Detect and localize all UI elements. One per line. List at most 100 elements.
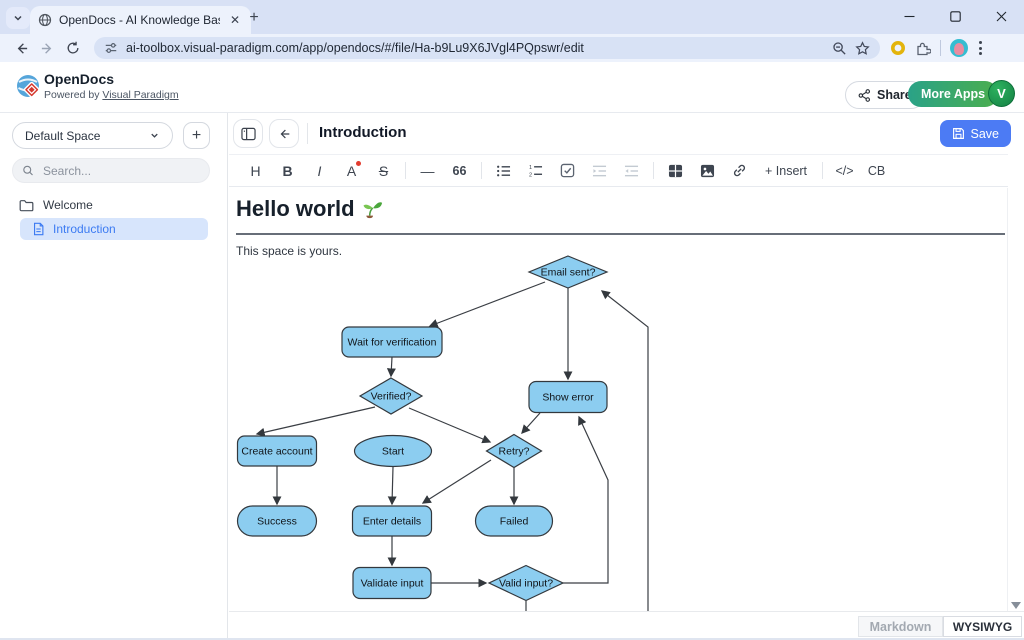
navigate-back-button[interactable] bbox=[269, 119, 299, 148]
table-button[interactable] bbox=[662, 159, 689, 183]
svg-text:2: 2 bbox=[529, 172, 532, 178]
indent-button[interactable] bbox=[586, 159, 613, 183]
edge-wait-for-verification-to-verified bbox=[391, 357, 392, 376]
outdent-button[interactable] bbox=[618, 159, 645, 183]
node-label-success: Success bbox=[257, 516, 297, 528]
back-arrow-icon bbox=[14, 41, 29, 56]
image-icon bbox=[700, 164, 715, 178]
more-apps-button[interactable]: More Apps bbox=[908, 81, 998, 107]
bold-button[interactable]: B bbox=[274, 159, 301, 183]
tab-close-icon[interactable]: ✕ bbox=[227, 12, 243, 28]
blockquote-button[interactable]: 66 bbox=[446, 159, 473, 183]
folder-label: Welcome bbox=[43, 198, 93, 212]
bullet-list-icon bbox=[496, 164, 511, 178]
heading-underline bbox=[236, 233, 1005, 235]
site-settings-icon bbox=[104, 41, 118, 55]
browser-menu-icon[interactable] bbox=[979, 41, 982, 55]
editor-pane: Introduction Save H B I A S — 66 bbox=[229, 113, 1024, 640]
numbered-list-icon: 1 2 bbox=[528, 164, 543, 178]
seedling-emoji bbox=[363, 199, 384, 220]
outdent-icon bbox=[624, 164, 639, 178]
node-label-start: Start bbox=[382, 446, 404, 458]
link-button[interactable] bbox=[726, 159, 753, 183]
extension-badge-icon[interactable] bbox=[890, 40, 906, 56]
reload-icon bbox=[66, 41, 80, 55]
app-name: OpenDocs bbox=[44, 71, 114, 87]
edge-email-sent-to-wait-for-verification bbox=[430, 282, 545, 326]
sidebar-item-welcome[interactable]: Welcome bbox=[0, 194, 227, 216]
sidebar-search[interactable] bbox=[12, 158, 210, 183]
page-title: Introduction bbox=[319, 124, 406, 141]
sidebar-item-introduction[interactable]: Introduction bbox=[20, 218, 208, 240]
strikethrough-button[interactable]: S bbox=[370, 159, 397, 183]
window-minimize-button[interactable] bbox=[886, 0, 932, 32]
save-button[interactable]: Save bbox=[940, 120, 1012, 147]
edge-verified-to-retry bbox=[409, 408, 490, 442]
heading-button[interactable]: H bbox=[242, 159, 269, 183]
node-label-create-account: Create account bbox=[241, 446, 312, 458]
node-label-show-error: Show error bbox=[542, 392, 594, 404]
text-color-button[interactable]: A bbox=[338, 159, 365, 183]
space-selector[interactable]: Default Space bbox=[12, 122, 173, 149]
back-arrow-icon bbox=[277, 127, 292, 141]
search-input[interactable] bbox=[41, 163, 200, 179]
toolbar-divider bbox=[940, 40, 941, 56]
node-label-enter-details: Enter details bbox=[363, 516, 421, 528]
divider bbox=[307, 123, 308, 144]
flowchart-diagram[interactable]: Email sent?Wait for verificationVerified… bbox=[229, 252, 1008, 612]
new-tab-button[interactable]: + bbox=[244, 8, 264, 28]
edge-show-error-to-retry bbox=[522, 413, 540, 433]
insert-button[interactable]: + Insert bbox=[758, 159, 814, 183]
doc-label: Introduction bbox=[53, 222, 116, 236]
horizontal-rule-button[interactable]: — bbox=[414, 159, 441, 183]
reload-button[interactable] bbox=[60, 36, 86, 60]
panel-toggle-icon bbox=[241, 127, 256, 141]
browser-profile-avatar[interactable] bbox=[950, 39, 968, 57]
code-block-button[interactable]: CB bbox=[863, 159, 890, 183]
bullet-list-button[interactable] bbox=[490, 159, 517, 183]
add-space-button[interactable]: + bbox=[183, 122, 210, 149]
numbered-list-button[interactable]: 1 2 bbox=[522, 159, 549, 183]
tab-search-button[interactable] bbox=[6, 7, 30, 29]
opendocs-logo-icon bbox=[15, 73, 43, 101]
url-bar[interactable]: ai-toolbox.visual-paradigm.com/app/opend… bbox=[94, 37, 880, 59]
toolbar-divider bbox=[405, 162, 406, 179]
italic-button[interactable]: I bbox=[306, 159, 333, 183]
task-list-button[interactable] bbox=[554, 159, 581, 183]
forward-arrow-icon bbox=[40, 41, 55, 56]
image-button[interactable] bbox=[694, 159, 721, 183]
markdown-mode-button[interactable]: Markdown bbox=[858, 616, 943, 637]
search-icon bbox=[22, 164, 34, 177]
extensions-puzzle-icon[interactable] bbox=[915, 40, 931, 56]
edge-valid-input-to-show-error bbox=[563, 417, 608, 583]
save-floppy-icon bbox=[952, 127, 965, 140]
vertical-scrollbar[interactable] bbox=[1007, 188, 1024, 612]
user-avatar[interactable]: V bbox=[988, 80, 1015, 107]
chevron-down-icon bbox=[12, 12, 24, 24]
tab-title: OpenDocs - AI Knowledge Base bbox=[59, 13, 220, 27]
svg-text:1: 1 bbox=[529, 164, 532, 170]
table-icon bbox=[668, 164, 683, 178]
bookmark-star-icon[interactable] bbox=[855, 41, 870, 56]
node-label-valid-input: Valid input? bbox=[499, 578, 553, 590]
window-close-button[interactable] bbox=[978, 0, 1024, 32]
node-label-failed: Failed bbox=[500, 516, 529, 528]
forward-button[interactable] bbox=[34, 36, 60, 60]
back-button[interactable] bbox=[8, 36, 34, 60]
edge-verified-to-create-account bbox=[257, 407, 375, 434]
zoom-icon[interactable] bbox=[832, 41, 847, 56]
window-maximize-button[interactable] bbox=[932, 0, 978, 32]
document-content[interactable]: Hello world This space is yours. Email s… bbox=[229, 188, 1008, 612]
browser-toolbar: ai-toolbox.visual-paradigm.com/app/opend… bbox=[0, 34, 1024, 62]
edge-retry-to-enter-details bbox=[423, 460, 491, 503]
scroll-down-arrow-icon[interactable] bbox=[1011, 602, 1021, 609]
editor-statusbar: Markdown WYSIWYG bbox=[229, 611, 1024, 640]
node-label-retry: Retry? bbox=[499, 446, 530, 458]
document-heading[interactable]: Hello world bbox=[236, 196, 384, 222]
browser-tab[interactable]: OpenDocs - AI Knowledge Base ✕ bbox=[30, 6, 251, 34]
globe-favicon-icon bbox=[38, 13, 52, 27]
inline-code-button[interactable]: </> bbox=[831, 159, 858, 183]
visual-paradigm-link[interactable]: Visual Paradigm bbox=[102, 89, 178, 101]
wysiwyg-mode-button[interactable]: WYSIWYG bbox=[943, 616, 1022, 637]
toggle-sidebar-button[interactable] bbox=[233, 119, 263, 148]
